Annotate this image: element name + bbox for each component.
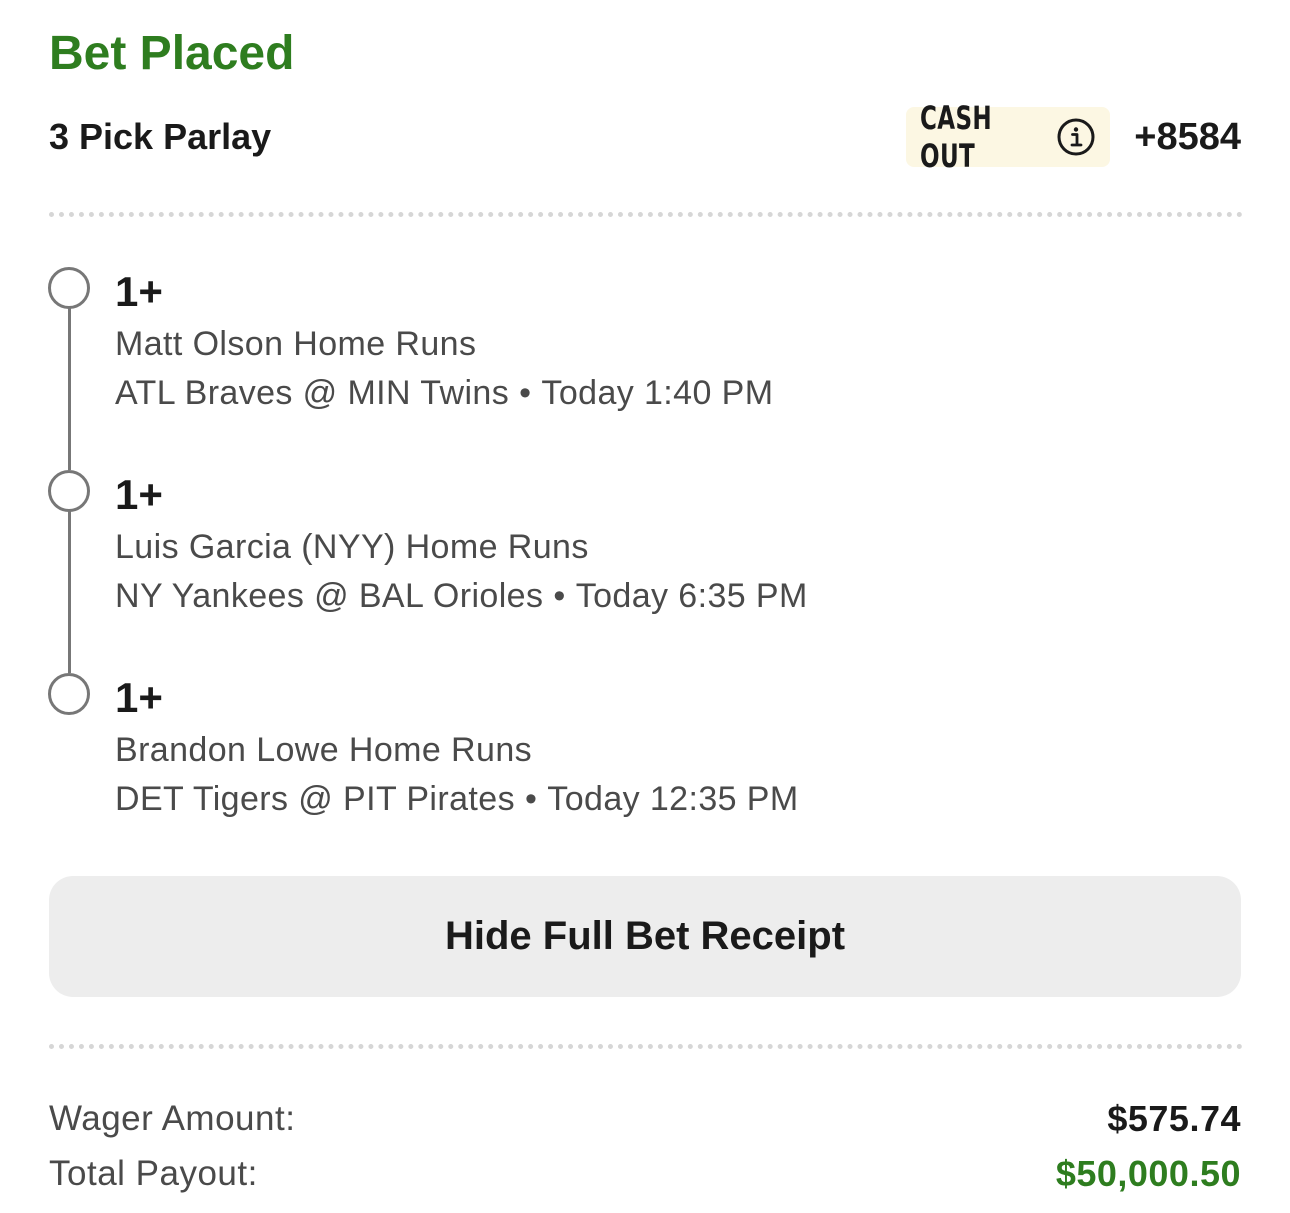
leg-matchup: NY Yankees @ BAL Orioles — [115, 577, 544, 615]
parlay-leg: 1+ Brandon Lowe Home Runs DET Tigers @ P… — [115, 672, 1215, 822]
leg-game-info: NY Yankees @ BAL Orioles • Today 6:35 PM — [115, 573, 1215, 619]
wager-value: $575.74 — [1107, 1098, 1241, 1139]
leg-time: Today 6:35 PM — [575, 577, 808, 615]
timeline-connector — [68, 511, 71, 673]
leg-line: 1+ — [115, 674, 163, 721]
timeline-connector — [68, 308, 71, 470]
hide-receipt-button[interactable]: Hide Full Bet Receipt — [49, 876, 1241, 997]
leg-game-info: DET Tigers @ PIT Pirates • Today 12:35 PM — [115, 776, 1215, 822]
leg-separator: • — [524, 780, 538, 818]
leg-time: Today 12:35 PM — [547, 780, 799, 818]
leg-separator: • — [519, 374, 532, 412]
leg-line: 1+ — [115, 268, 163, 315]
open-circle-icon — [48, 267, 90, 309]
open-circle-icon — [48, 470, 90, 512]
wager-label: Wager Amount: — [49, 1099, 296, 1138]
parlay-legs: 1+ Matt Olson Home Runs ATL Braves @ MIN… — [0, 0, 1290, 1213]
parlay-leg: 1+ Luis Garcia (NYY) Home Runs NY Yankee… — [115, 469, 1215, 619]
leg-game-info: ATL Braves @ MIN Twins • Today 1:40 PM — [115, 370, 1215, 416]
leg-market: Luis Garcia (NYY) Home Runs — [115, 528, 589, 566]
open-circle-icon — [48, 673, 90, 715]
leg-matchup: DET Tigers @ PIT Pirates — [115, 780, 515, 818]
leg-line: 1+ — [115, 471, 163, 518]
payout-label: Total Payout: — [49, 1154, 258, 1193]
payout-value: $50,000.50 — [1055, 1153, 1241, 1194]
leg-market: Matt Olson Home Runs — [115, 325, 477, 363]
leg-separator: • — [553, 577, 566, 615]
parlay-leg: 1+ Matt Olson Home Runs ATL Braves @ MIN… — [115, 266, 1215, 416]
payout-row: Total Payout: $50,000.50 — [49, 1149, 1241, 1199]
leg-time: Today 1:40 PM — [541, 374, 774, 412]
wager-row: Wager Amount: $575.74 — [49, 1094, 1241, 1144]
divider — [49, 1044, 1243, 1049]
leg-matchup: ATL Braves @ MIN Twins — [115, 374, 510, 412]
leg-market: Brandon Lowe Home Runs — [115, 731, 533, 769]
